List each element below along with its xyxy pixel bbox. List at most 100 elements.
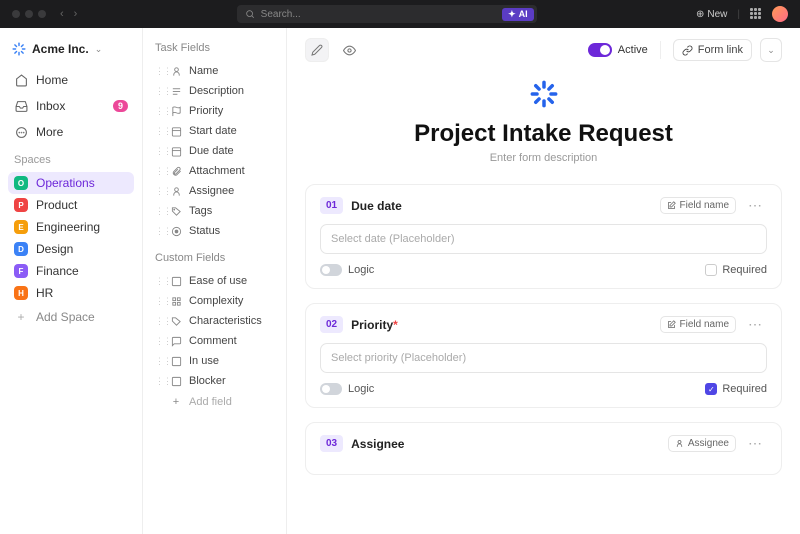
card-number: 02 (320, 316, 343, 333)
field-type-icon (169, 166, 183, 177)
nav-inbox[interactable]: Inbox 9 (8, 94, 134, 118)
field-type-icon (169, 316, 183, 327)
home-icon (14, 74, 28, 87)
traffic-lights (12, 10, 46, 18)
logic-toggle[interactable] (320, 264, 342, 276)
field-type-icon (169, 296, 183, 307)
drag-handle-icon[interactable]: ⋮⋮ (155, 296, 163, 307)
custom-fields-label: Custom Fields (151, 248, 278, 270)
field-name-tag[interactable]: Field name (660, 316, 736, 333)
field-type-icon (169, 206, 183, 217)
space-item-product[interactable]: PProduct (8, 194, 134, 216)
drag-handle-icon[interactable]: ⋮⋮ (155, 166, 163, 177)
new-button[interactable]: ⊕New (696, 9, 727, 20)
form-title[interactable]: Project Intake Request (305, 120, 782, 148)
card-title[interactable]: Assignee (351, 437, 404, 451)
forward-icon[interactable]: › (74, 8, 78, 20)
drag-handle-icon[interactable]: ⋮⋮ (155, 226, 163, 237)
space-badge: P (14, 198, 28, 212)
ai-badge[interactable]: ✦AI (502, 8, 534, 21)
titlebar: ‹ › Search... ✦AI ⊕New | (0, 0, 800, 28)
more-icon (14, 126, 28, 139)
field-name-tag[interactable]: Assignee (668, 435, 736, 452)
drag-handle-icon[interactable]: ⋮⋮ (155, 206, 163, 217)
form-field-card[interactable]: 02 Priority* Field name ⋯ Select priority (P… (305, 303, 782, 408)
plus-icon: + (14, 310, 28, 324)
card-more-button[interactable]: ⋯ (744, 197, 767, 214)
space-item-hr[interactable]: HHR (8, 282, 134, 304)
drag-handle-icon[interactable]: ⋮⋮ (155, 316, 163, 327)
active-toggle[interactable]: Active (588, 43, 648, 57)
form-description-input[interactable]: Enter form description (305, 152, 782, 164)
card-number: 03 (320, 435, 343, 452)
preview-mode-button[interactable] (337, 38, 361, 62)
apps-icon[interactable] (750, 8, 762, 20)
field-item[interactable]: ⋮⋮Description (151, 81, 278, 101)
drag-handle-icon[interactable]: ⋮⋮ (155, 66, 163, 77)
drag-handle-icon[interactable]: ⋮⋮ (155, 186, 163, 197)
field-type-icon (169, 126, 183, 137)
drag-handle-icon[interactable]: ⋮⋮ (155, 126, 163, 137)
search-input[interactable]: Search... ✦AI (237, 5, 537, 23)
field-type-icon (169, 186, 183, 197)
logic-toggle[interactable] (320, 383, 342, 395)
field-name-tag[interactable]: Field name (660, 197, 736, 214)
toggle-switch-icon (588, 43, 612, 57)
back-icon[interactable]: ‹ (60, 8, 64, 20)
card-title[interactable]: Priority* (351, 318, 398, 332)
workspace-switcher[interactable]: Acme Inc. ⌄ (8, 38, 134, 60)
form-field-card[interactable]: 01 Due date Field name ⋯ Select date (Placeh… (305, 184, 782, 289)
nav-more[interactable]: More (8, 120, 134, 144)
avatar[interactable] (772, 6, 788, 22)
space-item-engineering[interactable]: EEngineering (8, 216, 134, 238)
field-item[interactable]: ⋮⋮Status (151, 221, 278, 241)
link-icon (682, 45, 693, 56)
inbox-count-badge: 9 (113, 100, 128, 112)
form-link-button[interactable]: Form link (673, 39, 752, 61)
drag-handle-icon[interactable]: ⋮⋮ (155, 336, 163, 347)
drag-handle-icon[interactable]: ⋮⋮ (155, 146, 163, 157)
field-item[interactable]: ⋮⋮Priority (151, 101, 278, 121)
add-space-button[interactable]: + Add Space (8, 306, 134, 328)
drag-handle-icon[interactable]: ⋮⋮ (155, 86, 163, 97)
field-item[interactable]: ⋮⋮Start date (151, 121, 278, 141)
field-item[interactable]: ⋮⋮Name (151, 61, 278, 81)
space-item-finance[interactable]: FFinance (8, 260, 134, 282)
nav-arrows[interactable]: ‹ › (60, 8, 77, 20)
field-item[interactable]: ⋮⋮Tags (151, 201, 278, 221)
required-checkbox[interactable] (705, 264, 717, 276)
main-content: Active Form link ⌄ Project Intake Reques… (286, 28, 800, 534)
drag-handle-icon[interactable]: ⋮⋮ (155, 106, 163, 117)
field-placeholder-input[interactable]: Select priority (Placeholder) (320, 343, 767, 373)
field-item[interactable]: ⋮⋮Ease of use (151, 271, 278, 291)
field-placeholder-input[interactable]: Select date (Placeholder) (320, 224, 767, 254)
field-item[interactable]: ⋮⋮Complexity (151, 291, 278, 311)
space-item-design[interactable]: DDesign (8, 238, 134, 260)
required-checkbox[interactable] (705, 383, 717, 395)
field-type-icon (169, 86, 183, 97)
space-item-operations[interactable]: OOperations (8, 172, 134, 194)
space-badge: O (14, 176, 28, 190)
field-item[interactable]: ⋮⋮Attachment (151, 161, 278, 181)
field-item[interactable]: ⋮⋮In use (151, 351, 278, 371)
field-item[interactable]: ⋮⋮Blocker (151, 371, 278, 391)
add-field-button[interactable]: + Add field (151, 392, 278, 412)
drag-handle-icon[interactable]: ⋮⋮ (155, 356, 163, 367)
card-more-button[interactable]: ⋯ (744, 316, 767, 333)
field-item[interactable]: ⋮⋮Assignee (151, 181, 278, 201)
form-field-card[interactable]: 03 Assignee Assignee ⋯ (305, 422, 782, 475)
card-more-button[interactable]: ⋯ (744, 435, 767, 452)
field-item[interactable]: ⋮⋮Due date (151, 141, 278, 161)
drag-handle-icon[interactable]: ⋮⋮ (155, 276, 163, 287)
card-title[interactable]: Due date (351, 199, 402, 213)
chevron-down-icon: ⌄ (95, 44, 103, 55)
space-badge: F (14, 264, 28, 278)
drag-handle-icon[interactable]: ⋮⋮ (155, 376, 163, 387)
form-link-dropdown[interactable]: ⌄ (760, 38, 782, 62)
field-item[interactable]: ⋮⋮Characteristics (151, 311, 278, 331)
field-item[interactable]: ⋮⋮Comment (151, 331, 278, 351)
workspace-logo-icon (12, 42, 26, 56)
card-number: 01 (320, 197, 343, 214)
nav-home[interactable]: Home (8, 68, 134, 92)
edit-mode-button[interactable] (305, 38, 329, 62)
